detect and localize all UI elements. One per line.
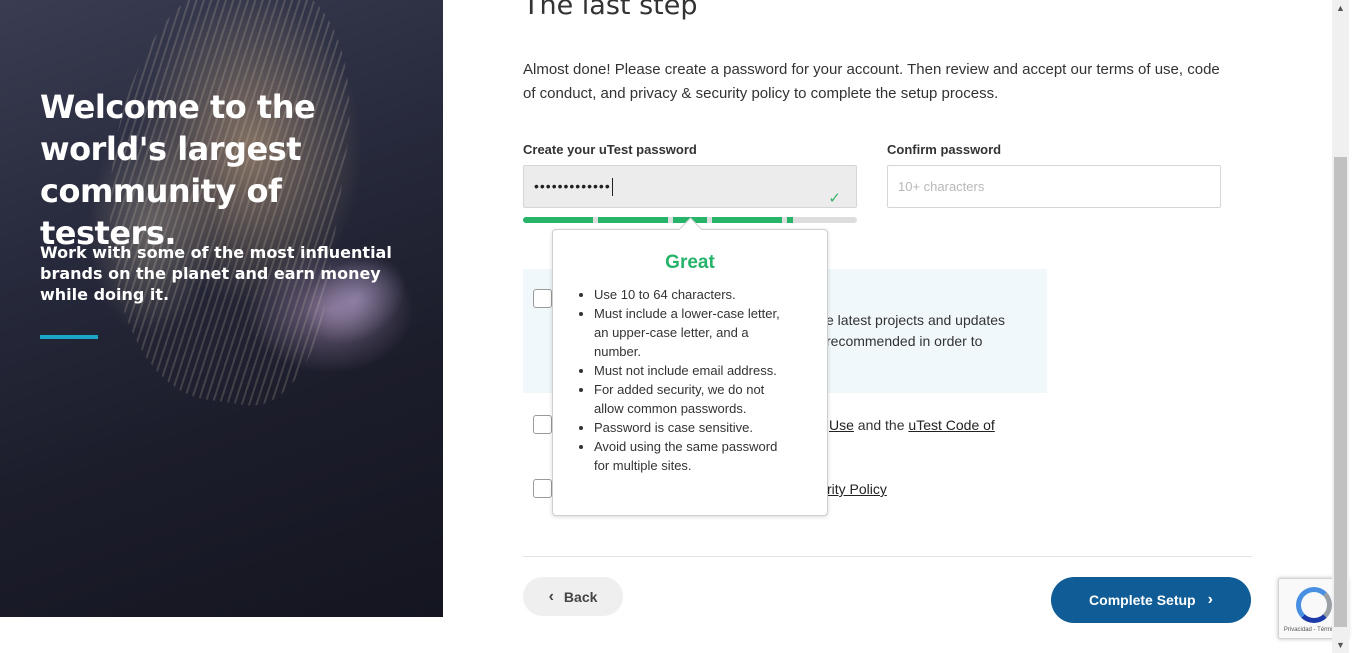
privacy-checkbox[interactable] xyxy=(533,479,552,498)
terms-of-use-link[interactable]: Use xyxy=(829,417,854,433)
password-rule: Use 10 to 64 characters. xyxy=(594,285,794,304)
confirm-password-input[interactable] xyxy=(887,165,1221,208)
scroll-thumb[interactable] xyxy=(1334,157,1347,627)
terms-text: Use and the uTest Code of xyxy=(829,415,995,436)
password-strength-label: Great xyxy=(665,252,715,273)
strength-segment xyxy=(598,217,668,223)
strength-segment xyxy=(712,217,782,223)
password-requirements-popover: Great Use 10 to 64 characters. Must incl… xyxy=(552,229,828,516)
terms-and-text: and the xyxy=(853,417,909,433)
strength-segment xyxy=(787,217,793,223)
newsletter-checkbox[interactable] xyxy=(533,289,552,308)
chevron-left-icon: ‹ xyxy=(548,587,554,605)
complete-setup-button[interactable]: Complete Setup › xyxy=(1051,577,1251,623)
scroll-down-arrow-icon[interactable]: ▼ xyxy=(1336,640,1345,650)
password-rule: Must include a lower-case letter, an upp… xyxy=(594,304,794,361)
page-scrollbar[interactable]: ▲ ▼ xyxy=(1332,0,1349,653)
text-caret xyxy=(611,178,613,197)
password-rule: Avoid using the same password for multip… xyxy=(594,437,794,475)
check-icon: ✓ xyxy=(828,190,842,207)
code-of-conduct-link[interactable]: uTest Code of xyxy=(908,417,994,433)
privacy-text: rity Policy xyxy=(827,479,887,500)
hero-accent-bar xyxy=(40,335,98,339)
password-label: Create your uTest password xyxy=(523,142,697,157)
back-button[interactable]: ‹ Back xyxy=(523,577,623,616)
confirm-password-label: Confirm password xyxy=(887,142,1002,157)
recaptcha-icon xyxy=(1296,587,1332,623)
privacy-security-policy-link[interactable]: rity Policy xyxy=(827,481,887,497)
password-input[interactable]: ••••••••••••• ✓ xyxy=(523,165,857,208)
password-rule: For added security, we do not allow comm… xyxy=(594,380,794,418)
back-button-label: Back xyxy=(563,588,598,605)
hero-title: Welcome to the world's largest community… xyxy=(40,88,316,252)
password-rule: Password is case sensitive. xyxy=(594,418,794,437)
hero-subtitle: Work with some of the most influential b… xyxy=(40,243,392,304)
chevron-right-icon: › xyxy=(1207,591,1213,608)
newsletter-text-line2: recommended in order to xyxy=(826,333,983,349)
password-value: ••••••••••••• xyxy=(534,178,611,194)
newsletter-text: e latest projects and updates recommende… xyxy=(826,310,1005,352)
intro-text: Almost done! Please create a password fo… xyxy=(523,61,1220,102)
password-rule: Must not include email address. xyxy=(594,361,794,380)
hero-panel: Welcome to the world's largest community… xyxy=(0,0,443,617)
page-title: The last step xyxy=(523,0,698,21)
strength-segment xyxy=(523,217,593,223)
complete-setup-label: Complete Setup xyxy=(1089,592,1196,608)
newsletter-text-line1: e latest projects and updates xyxy=(826,312,1006,328)
scroll-up-arrow-icon[interactable]: ▲ xyxy=(1336,3,1345,13)
password-rules-list: Use 10 to 64 characters. Must include a … xyxy=(594,285,794,475)
terms-checkbox[interactable] xyxy=(533,415,552,434)
divider xyxy=(523,556,1252,557)
